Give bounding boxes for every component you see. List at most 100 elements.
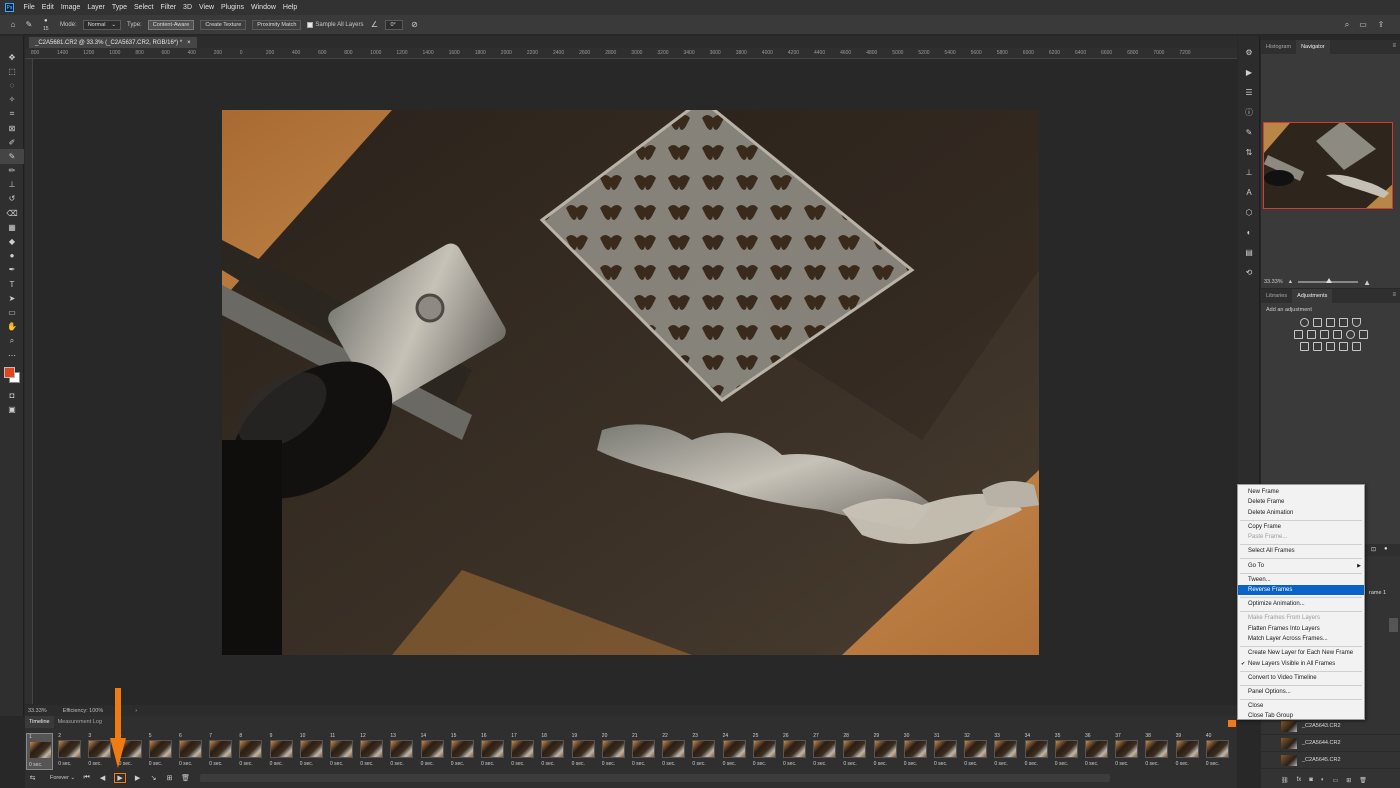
zoom-out-icon[interactable]: ▲ [1288, 279, 1293, 285]
timeline-frame[interactable]: 28 0 sec. [841, 733, 868, 770]
timeline-scrollbar[interactable] [200, 774, 1110, 782]
layers-scrollbar[interactable] [1389, 618, 1398, 632]
black-white-icon[interactable] [1319, 330, 1329, 339]
frame-delay-select[interactable]: 0 sec. [330, 761, 343, 767]
gradient-map-icon[interactable] [1339, 342, 1348, 351]
frame-delay-select[interactable]: 0 sec. [421, 761, 434, 767]
menu-item-delete-frame[interactable]: Delete Frame [1238, 497, 1364, 507]
layer-dot-icon[interactable]: ● [1384, 546, 1388, 552]
tab-histogram[interactable]: Histogram [1261, 40, 1296, 54]
blur-tool-icon[interactable]: ◆ [0, 234, 24, 248]
styles-icon[interactable]: ◐ [1238, 222, 1260, 242]
color-lookup-icon[interactable] [1358, 330, 1368, 339]
timeline-frame[interactable]: 36 0 sec. [1083, 733, 1110, 770]
eraser-tool-icon[interactable]: ⌫ [0, 206, 24, 220]
menu-image[interactable]: Image [57, 4, 83, 11]
layer-row[interactable]: _C2A5645.CR2 [1261, 752, 1400, 769]
timeline-frame[interactable]: 30 0 sec. [902, 733, 929, 770]
menu-item-convert-to-video-timeline[interactable]: Convert to Video Timeline [1238, 673, 1364, 683]
timeline-frame[interactable]: 5 0 sec. [147, 733, 174, 770]
panel-menu-icon[interactable]: ≡ [1392, 43, 1396, 49]
menu-item-new-layers-visible-in-all-frames[interactable]: New Layers Visible in All Frames ✔ [1238, 658, 1364, 668]
quick-select-tool-icon[interactable]: ✧ [0, 93, 24, 107]
lasso-tool-icon[interactable]: ◌ [0, 78, 24, 92]
frame-delay-select[interactable]: 0 sec. [934, 761, 947, 767]
convert-to-video-timeline-icon[interactable]: ⇆ [28, 774, 37, 783]
menu-item-new-frame[interactable]: New Frame [1238, 487, 1364, 497]
timeline-frame[interactable]: 31 0 sec. [932, 733, 959, 770]
zoom-in-icon[interactable]: ▲ [1363, 278, 1371, 287]
timeline-frame[interactable]: 33 0 sec. [992, 733, 1019, 770]
curves-icon[interactable] [1326, 318, 1335, 327]
timeline-frame[interactable]: 17 0 sec. [509, 733, 536, 770]
timeline-frame[interactable]: 11 0 sec. [328, 733, 355, 770]
tab-timeline[interactable]: Timeline [25, 716, 54, 728]
frame-delay-select[interactable]: 0 sec. [58, 761, 71, 767]
timeline-frame[interactable]: 16 0 sec. [479, 733, 506, 770]
timeline-frame[interactable]: 6 0 sec. [177, 733, 204, 770]
content-aware-button[interactable]: Content-Aware [147, 19, 195, 30]
timeline-frame[interactable]: 20 0 sec. [600, 733, 627, 770]
timeline-frame[interactable]: 39 0 sec. [1174, 733, 1201, 770]
menu-select[interactable]: Select [131, 4, 157, 11]
timeline-frame[interactable]: 23 0 sec. [690, 733, 717, 770]
add-mask-icon[interactable]: ◙ [1309, 777, 1313, 783]
timeline-frame[interactable]: 2 0 sec. [56, 733, 83, 770]
frame-delay-select[interactable]: 0 sec. [1176, 761, 1189, 767]
timeline-frame[interactable]: 29 0 sec. [872, 733, 899, 770]
adjust-icon[interactable]: ⇅ [1238, 142, 1260, 162]
actions-icon[interactable]: ⚙ [1238, 42, 1260, 62]
frame-delay-select[interactable]: 0 sec. [1055, 761, 1068, 767]
pressure-icon[interactable]: ⊘ [409, 20, 419, 30]
play-icon[interactable]: ▶ [114, 773, 127, 783]
spot-healing-tool-icon[interactable]: ✎ [0, 149, 24, 164]
frame-delay-select[interactable]: 0 sec. [1206, 761, 1219, 767]
hue-saturation-icon[interactable] [1293, 330, 1303, 339]
layer-link-icon[interactable]: ⊡ [1371, 546, 1376, 553]
photo-filter-icon[interactable] [1332, 330, 1342, 339]
loop-select[interactable]: Forever ⌄ [50, 775, 75, 781]
next-frame-icon[interactable]: ▶ [133, 774, 142, 783]
menu-item-panel-options[interactable]: Panel Options... [1238, 687, 1364, 697]
clone-stamp-tool-icon[interactable]: ⊥ [0, 178, 24, 192]
menu-item-create-new-layer-for-each-new-frame[interactable]: Create New Layer for Each New Frame [1238, 648, 1364, 658]
delete-layer-icon[interactable]: 🗑 [1359, 777, 1367, 784]
timeline-frame[interactable]: 19 0 sec. [570, 733, 597, 770]
timeline-frame[interactable]: 22 0 sec. [660, 733, 687, 770]
close-tab-icon[interactable]: × [187, 40, 191, 46]
timeline-frame[interactable]: 8 0 sec. [237, 733, 264, 770]
brush-settings-icon[interactable]: ✎ [1238, 122, 1260, 142]
frame-delay-select[interactable]: 0 sec. [783, 761, 796, 767]
frame-delay-select[interactable]: 0 sec. [270, 761, 283, 767]
menu-window[interactable]: Window [248, 4, 280, 11]
layer-row[interactable]: _C2A5644.CR2 [1261, 735, 1400, 752]
menu-3d[interactable]: 3D [180, 4, 196, 11]
document-image[interactable] [222, 110, 1039, 655]
menu-type[interactable]: Type [108, 4, 130, 11]
menu-help[interactable]: Help [279, 4, 300, 11]
frame-delay-select[interactable]: 0 sec. [29, 762, 42, 768]
timeline-frame[interactable]: 12 0 sec. [358, 733, 385, 770]
path-select-tool-icon[interactable]: ➤ [0, 291, 24, 305]
frame-delay-select[interactable]: 0 sec. [874, 761, 887, 767]
timeline-frame[interactable]: 27 0 sec. [811, 733, 838, 770]
move-tool-icon[interactable]: ✥ [0, 50, 24, 64]
character-icon[interactable]: A [1238, 182, 1260, 202]
quick-mask-icon[interactable]: ◘ [0, 388, 24, 402]
timeline-frame[interactable]: 26 0 sec. [781, 733, 808, 770]
timeline-frame[interactable]: 13 0 sec. [388, 733, 415, 770]
exposure-icon[interactable] [1339, 318, 1348, 327]
panel-menu-icon[interactable]: ≡ [1392, 292, 1396, 298]
search-icon[interactable]: ⌕ [1342, 20, 1352, 30]
timeline-frame[interactable]: 38 0 sec. [1143, 733, 1170, 770]
play-action-icon[interactable]: ▶ [1238, 62, 1260, 82]
gradient-tool-icon[interactable]: ▦ [0, 220, 24, 234]
shape-tool-icon[interactable]: ▭ [0, 305, 24, 319]
history-icon[interactable]: ⟲ [1238, 262, 1260, 282]
vibrance-icon[interactable] [1352, 318, 1361, 327]
dodge-tool-icon[interactable]: ● [0, 249, 24, 263]
type-tool-icon[interactable]: T [0, 277, 24, 291]
menu-layer[interactable]: Layer [84, 4, 109, 11]
frame-delay-select[interactable]: 0 sec. [1115, 761, 1128, 767]
menu-item-optimize-animation[interactable]: Optimize Animation... [1238, 599, 1364, 609]
